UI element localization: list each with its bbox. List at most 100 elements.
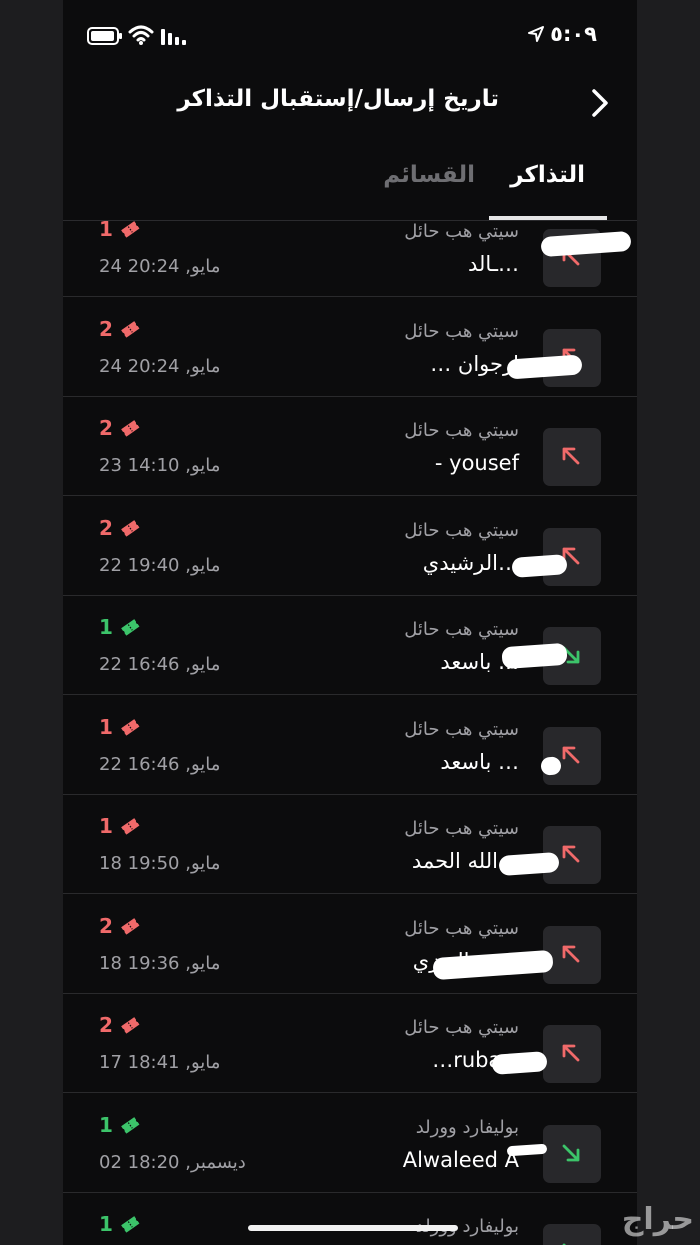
arrow-up-left-icon (562, 1044, 580, 1062)
location-arrow-icon (528, 26, 544, 46)
count-value: 1 (99, 814, 113, 838)
right-margin (637, 0, 700, 1245)
wifi-icon (128, 24, 154, 50)
count-value: 1 (99, 1112, 113, 1137)
list-item[interactable]: سيتي هب حائل …ـالد 1 24 مايو, 20:24 (63, 197, 637, 297)
battery-icon (87, 27, 123, 49)
ticket-icon (121, 718, 140, 736)
count-value: 1 (99, 1212, 113, 1236)
event-name: سيتي هب حائل (404, 320, 519, 342)
transfer-date: 24 مايو, 20:24 (99, 256, 221, 277)
tab-tickets[interactable]: التذاكر (510, 162, 585, 188)
transfer-date: 22 مايو, 16:46 (99, 753, 221, 775)
redaction-mark (506, 1143, 548, 1156)
contact-name: yousef - (434, 451, 519, 475)
received-arrow-button[interactable] (543, 1124, 601, 1183)
signal-icon (161, 27, 187, 49)
sent-arrow-button[interactable] (543, 925, 601, 984)
arrow-up-left-icon (562, 447, 580, 465)
event-name: سيتي هب حائل (404, 221, 519, 242)
redaction-mark (511, 553, 568, 578)
status-bar: ٥:٠٩ (63, 0, 637, 70)
page-title: تاريخ إرسال/إستقبال التذاكر (177, 86, 499, 112)
ticket-icon (121, 818, 140, 835)
ticket-icon (121, 320, 140, 338)
event-name: سيتي هب حائل (404, 818, 519, 839)
ticket-icon (121, 619, 140, 636)
event-name: سيتي هب حائل (404, 718, 519, 740)
list-item[interactable]: بوليفارد وورلد Alwaleed A 1 02 ديسمبر, 18:2… (63, 1093, 637, 1193)
transfer-date: 22 مايو, 19:40 (99, 554, 221, 576)
left-margin (0, 0, 63, 1245)
received-arrow-button[interactable] (543, 1224, 601, 1245)
list-item[interactable]: سيتي هب حائل …الرشيدي 2 22 مايو, 19:40 (63, 496, 637, 596)
chevron-right-icon (592, 89, 608, 117)
ticket-icon (121, 1017, 140, 1034)
ticket-icon (121, 1116, 140, 1134)
count-value: 2 (99, 316, 113, 341)
ticket-count: 2 (99, 516, 141, 542)
ticket-count: 2 (99, 416, 141, 442)
watermark-logo: حراج (621, 1202, 694, 1237)
event-name: سيتي هب حائل (404, 619, 519, 640)
sent-arrow-button[interactable] (543, 726, 601, 785)
contact-name: …ـالد (468, 252, 519, 276)
ticket-icon (121, 420, 140, 437)
count-value: 2 (99, 1013, 113, 1037)
ticket-count: 1 (99, 615, 141, 641)
ticket-count: 1 (99, 1212, 141, 1238)
sent-arrow-button[interactable] (543, 1025, 601, 1083)
home-indicator[interactable] (248, 1225, 458, 1231)
transfer-date: 23 مايو, 14:10 (99, 455, 221, 476)
ticket-count: 1 (99, 814, 141, 840)
sent-arrow-button[interactable] (543, 428, 601, 486)
list-item[interactable]: بوليفارد وورلد 1 (63, 1192, 637, 1245)
list-item[interactable]: سيتي هب حائل…ين العنزي218 مايو, 19:36 (63, 894, 637, 994)
ticket-count: 1 (99, 1113, 141, 1139)
list-item[interactable]: سيتي هب حائل ارجوان … 2 24 مايو, 20:24 (63, 297, 637, 397)
count-value: 1 (99, 217, 113, 241)
count-value: 2 (99, 515, 113, 540)
list-item[interactable]: سيتي هب حائل ruba s… 2 17 مايو, 18:41 (63, 993, 637, 1093)
list-item[interactable]: سيتي هب حائل … باسعد 1 22 مايو, 16:46 (63, 695, 637, 795)
contact-name: ارجوان … (430, 351, 519, 376)
ticket-count: 2 (99, 317, 141, 343)
arrow-up-left-icon (562, 945, 580, 962)
arrow-down-right-icon (562, 1144, 580, 1161)
redaction-mark (501, 642, 568, 670)
ticket-count: 1 (99, 217, 141, 243)
event-name: سيتي هب حائل (404, 917, 519, 939)
redaction-mark (498, 851, 560, 877)
arrow-up-left-icon (562, 746, 580, 763)
ticket-count: 1 (99, 715, 141, 741)
count-value: 1 (99, 714, 113, 739)
redaction-mark (491, 1051, 548, 1075)
transfer-date: 18 مايو, 19:36 (99, 952, 221, 974)
count-value: 1 (99, 615, 113, 639)
tab-vouchers[interactable]: القسائم (383, 162, 475, 188)
ticket-icon (121, 917, 140, 935)
contact-name: Alwaleed A (402, 1147, 519, 1172)
ticket-count: 2 (99, 914, 141, 940)
event-name: بوليفارد وورلد (415, 1116, 519, 1138)
header: تاريخ إرسال/إستقبال التذاكر (63, 70, 637, 134)
event-name: سيتي هب حائل (404, 519, 519, 541)
event-name: سيتي هب حائل (404, 420, 519, 441)
event-name: سيتي هب حائل (404, 1017, 519, 1038)
list-item[interactable]: سيتي هب حائل… باسعد 1 22 مايو, 16:46 (63, 595, 637, 695)
ticket-count: 2 (99, 1013, 141, 1039)
status-time: ٥:٠٩ (550, 22, 597, 46)
count-value: 2 (99, 913, 113, 938)
contact-name: … باسعد (440, 749, 519, 774)
back-button[interactable] (585, 86, 615, 120)
contact-name: …الرشيدي (422, 550, 519, 575)
transfer-date: 24 مايو, 20:24 (99, 355, 221, 377)
arrow-down-right-icon (562, 1243, 566, 1245)
transfer-date: 02 ديسمبر, 18:20 (99, 1151, 246, 1173)
phone-screen: ٥:٠٩ تاريخ إرسال/إستقبال التذاكر التذاكر… (63, 0, 637, 1245)
transfer-date: 18 مايو, 19:50 (99, 853, 221, 874)
list-item[interactable]: سيتي هب حائل …الله الحمد 1 18 مايو, 19:50 (63, 794, 637, 894)
ticket-icon (121, 519, 140, 537)
ticket-icon (121, 1216, 140, 1233)
list-item[interactable]: سيتي هب حائل yousef - 2 23 مايو, 14:10 (63, 396, 637, 496)
